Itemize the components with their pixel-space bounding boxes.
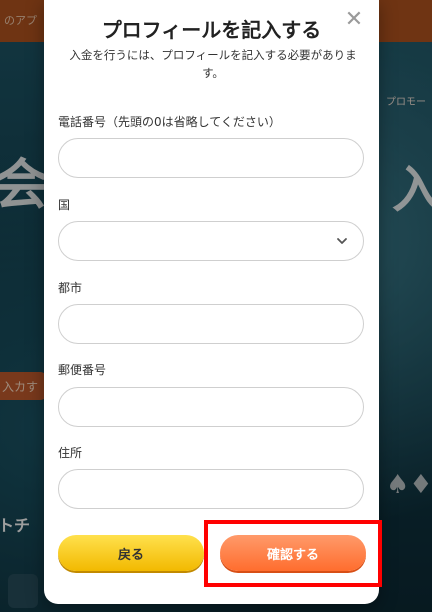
- country-label: 国: [58, 198, 71, 212]
- country-select[interactable]: [58, 221, 364, 261]
- phone-field[interactable]: [58, 138, 364, 178]
- postal-code-field[interactable]: [58, 387, 364, 427]
- city-field[interactable]: [58, 304, 364, 344]
- profile-modal: プロフィールを記入する ✕ 入金を行うには、プロフィールを記入する必要があります…: [44, 0, 379, 604]
- highlight-annotation: [204, 520, 382, 587]
- city-label: 都市: [58, 281, 83, 295]
- city-input[interactable]: [59, 305, 363, 343]
- close-icon[interactable]: ✕: [343, 9, 365, 31]
- modal-title: プロフィールを記入する: [101, 18, 322, 42]
- address-label: 住所: [58, 446, 83, 460]
- postal-code-input[interactable]: [59, 388, 363, 426]
- phone-label: 電話番号（先頭の0は省略してください）: [58, 115, 281, 129]
- phone-input[interactable]: [59, 139, 363, 177]
- back-button[interactable]: 戻る: [58, 535, 204, 571]
- address-field[interactable]: [58, 469, 364, 509]
- postal-code-label: 郵便番号: [58, 363, 107, 377]
- modal-description: 入金を行うには、プロフィールを記入する必要があります。: [69, 48, 357, 80]
- chevron-down-icon: [337, 238, 347, 244]
- address-input[interactable]: [59, 470, 363, 508]
